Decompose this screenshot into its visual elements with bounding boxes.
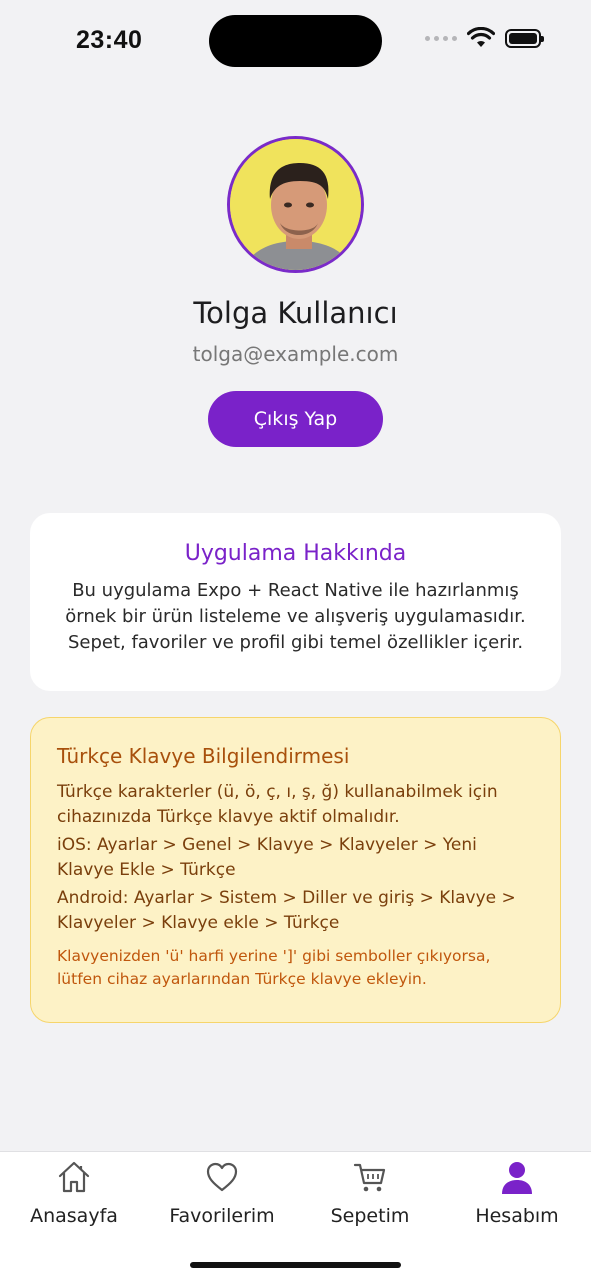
avatar-photo xyxy=(230,139,361,270)
tab-bar: Anasayfa Favorilerim Sepetim Hesabım xyxy=(0,1151,591,1280)
logout-button[interactable]: Çıkış Yap xyxy=(208,391,383,447)
keyboard-info-intro: Türkçe karakterler (ü, ö, ç, ı, ş, ğ) ku… xyxy=(57,782,498,827)
dynamic-island xyxy=(209,15,382,67)
tab-account[interactable]: Hesabım xyxy=(443,1158,591,1227)
keyboard-info-note: Klavyenizden 'ü' harfi yerine ']' gibi s… xyxy=(57,947,491,988)
tab-home[interactable]: Anasayfa xyxy=(0,1158,148,1227)
avatar xyxy=(227,136,364,273)
tab-favorites[interactable]: Favorilerim xyxy=(148,1158,296,1227)
keyboard-info-android: Android: Ayarlar > Sistem > Diller ve gi… xyxy=(57,888,516,933)
tab-cart-label: Sepetim xyxy=(330,1205,410,1227)
profile-name: Tolga Kullanıcı xyxy=(193,296,398,330)
keyboard-info-ios: iOS: Ayarlar > Genel > Klavye > Klavyele… xyxy=(57,835,477,880)
keyboard-info-title: Türkçe Klavye Bilgilendirmesi xyxy=(57,744,350,768)
home-icon xyxy=(58,1161,90,1193)
cart-icon xyxy=(353,1163,386,1192)
about-title: Uygulama Hakkında xyxy=(184,541,407,566)
home-indicator xyxy=(190,1262,401,1268)
tab-favorites-label: Favorilerim xyxy=(169,1205,275,1227)
about-text: Bu uygulama Expo + React Native ile hazı… xyxy=(65,580,526,653)
account-screen: 23:40 Tolga Kullanıcı tolga@example.com … xyxy=(0,0,591,1280)
heart-icon xyxy=(206,1162,238,1192)
tab-cart[interactable]: Sepetim xyxy=(296,1158,444,1227)
battery-icon xyxy=(505,28,544,48)
wifi-icon xyxy=(467,27,495,47)
status-indicators xyxy=(425,27,544,49)
signal-icon xyxy=(425,35,457,41)
status-time: 23:40 xyxy=(76,26,143,54)
tab-home-label: Anasayfa xyxy=(30,1205,118,1227)
keyboard-info-card: Türkçe Klavye Bilgilendirmesi Türkçe kar… xyxy=(30,717,561,1023)
about-card: Uygulama Hakkında Bu uygulama Expo + Rea… xyxy=(30,513,561,691)
tab-account-label: Hesabım xyxy=(475,1205,559,1227)
person-icon xyxy=(502,1162,532,1194)
profile-email: tolga@example.com xyxy=(192,342,399,366)
